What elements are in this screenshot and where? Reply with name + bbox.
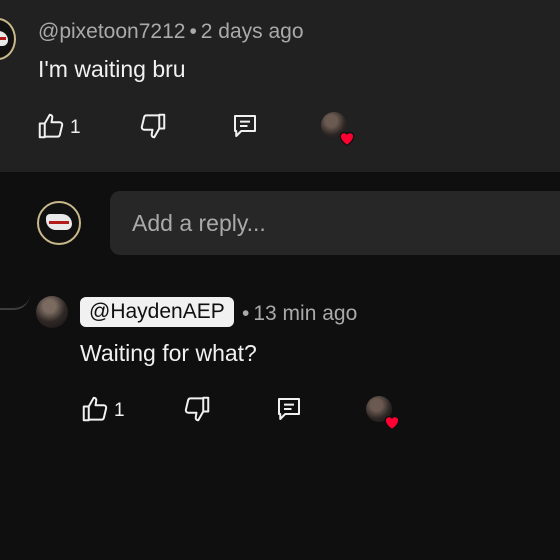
thumbs-down-icon (182, 394, 212, 429)
reply-like-count: 1 (114, 400, 125, 421)
reply-button[interactable] (230, 110, 260, 146)
reply-comment-icon (230, 111, 260, 146)
reply-actions: 1 (80, 393, 420, 431)
reply-dislike-button[interactable] (182, 393, 212, 429)
thumbs-up-icon (80, 394, 110, 429)
reply-like-button[interactable]: 1 (80, 393, 125, 429)
mention-chip[interactable]: @HaydenAEP (80, 297, 234, 327)
comment-text: I'm waiting bru (38, 56, 186, 82)
reply-time: 13 min ago (253, 302, 358, 325)
comment-actions: 1 (36, 110, 376, 147)
channel-logo-icon (0, 30, 9, 46)
creator-heart-icon (339, 131, 355, 147)
creator-heart-badge (321, 112, 355, 147)
meta-separator: • (242, 302, 250, 325)
comment-time: 2 days ago (200, 20, 304, 43)
dislike-button[interactable] (138, 110, 168, 146)
current-user-avatar (37, 201, 81, 245)
channel-logo-icon (46, 214, 72, 231)
thread-connector (0, 290, 30, 310)
reply-meta: • 13 min ago (238, 302, 357, 326)
creator-heart-icon (384, 415, 400, 431)
like-button[interactable]: 1 (36, 110, 81, 146)
meta-separator: • (189, 20, 197, 43)
creator-heart-badge (366, 396, 400, 431)
comment-meta: @pixetoon7212 • 2 days ago (38, 20, 304, 44)
reply-reply-button[interactable] (274, 393, 304, 429)
thumbs-down-icon (138, 111, 168, 146)
reply-comment-icon (274, 394, 304, 429)
reply-text: Waiting for what? (80, 340, 257, 366)
reply-input-box[interactable] (110, 191, 560, 255)
replier-avatar[interactable] (36, 296, 68, 328)
reply-input[interactable] (110, 191, 560, 255)
like-count: 1 (70, 117, 81, 138)
comment-author[interactable]: @pixetoon7212 (38, 20, 185, 43)
thumbs-up-icon (36, 111, 66, 146)
